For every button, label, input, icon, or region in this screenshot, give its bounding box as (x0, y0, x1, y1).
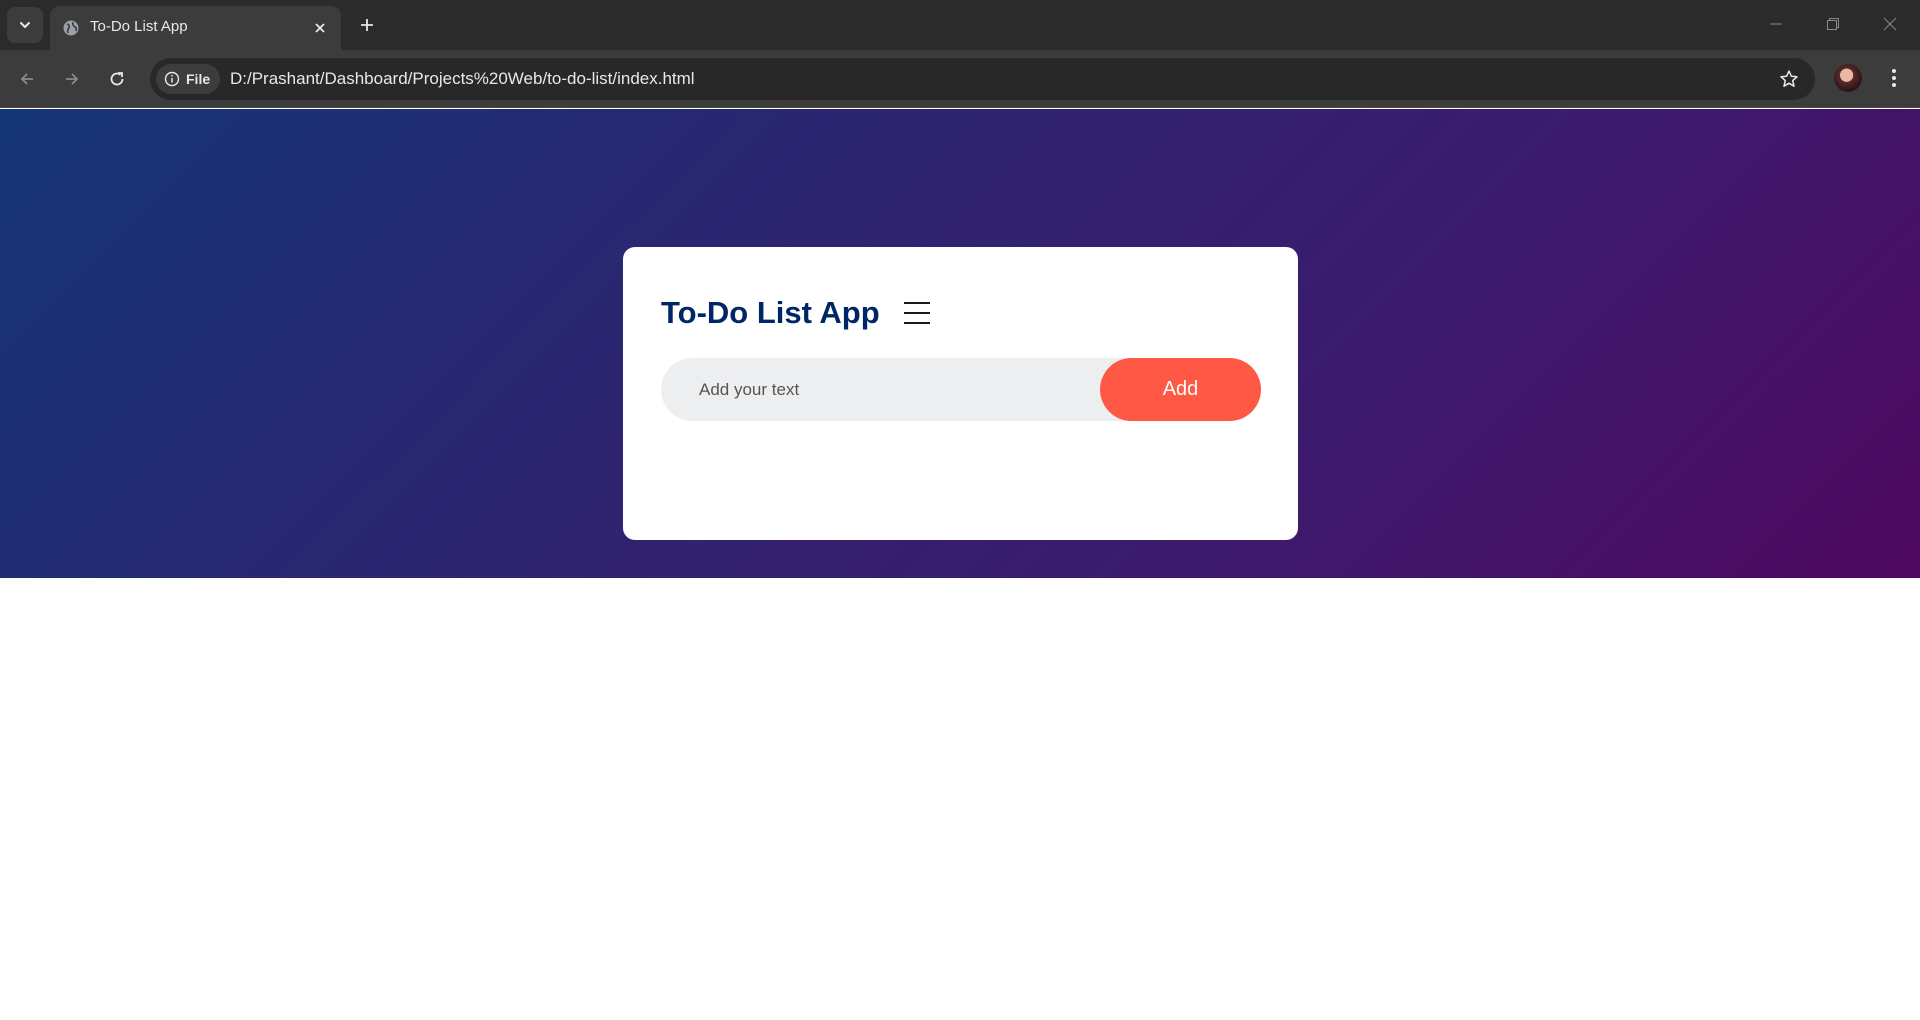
profile-avatar[interactable] (1834, 64, 1862, 92)
globe-icon (63, 20, 79, 36)
new-tab-button[interactable] (352, 10, 382, 40)
bookmark-button[interactable] (1777, 67, 1801, 91)
site-chip-label: File (186, 71, 211, 87)
arrow-left-icon (20, 73, 33, 85)
tab-title: To-Do List App (90, 18, 188, 35)
app-title: To-Do List App (661, 295, 880, 330)
reload-icon (110, 72, 124, 86)
browser-tab-strip: To-Do List App (0, 0, 1920, 50)
tab-close-button[interactable] (309, 17, 331, 39)
chevron-down-icon (20, 22, 30, 29)
restore-button[interactable] (1810, 6, 1856, 42)
task-input-row: Add (661, 358, 1261, 421)
restore-icon (1827, 18, 1839, 30)
forward-button[interactable] (54, 61, 90, 97)
task-input[interactable] (661, 358, 1101, 421)
star-icon (1780, 70, 1798, 87)
task-list (661, 437, 1261, 507)
page-background: To-Do List App Add (0, 109, 1920, 578)
url-text[interactable]: D:/Prashant/Dashboard/Projects%20Web/to-… (230, 69, 695, 89)
tab-search-button[interactable] (7, 7, 43, 43)
arrow-right-icon (66, 73, 79, 85)
minimize-icon (1770, 23, 1782, 25)
close-icon (315, 23, 325, 33)
back-button[interactable] (9, 61, 45, 97)
tab-active[interactable]: To-Do List App (50, 6, 341, 50)
minimize-button[interactable] (1753, 6, 1799, 42)
address-bar[interactable]: File D:/Prashant/Dashboard/Projects%20We… (150, 58, 1815, 100)
info-icon (164, 71, 180, 87)
title-row: To-Do List App (661, 295, 930, 331)
todo-card: To-Do List App Add (623, 247, 1298, 540)
reload-button[interactable] (99, 61, 135, 97)
browser-menu-button[interactable] (1878, 62, 1910, 94)
plus-icon (361, 19, 373, 31)
site-info-chip[interactable]: File (156, 64, 220, 94)
kebab-menu-icon (1892, 69, 1896, 87)
list-icon (903, 299, 930, 327)
close-window-button[interactable] (1867, 6, 1913, 42)
browser-toolbar: File D:/Prashant/Dashboard/Projects%20We… (0, 50, 1920, 108)
close-icon (1883, 17, 1897, 31)
add-button[interactable]: Add (1100, 358, 1261, 421)
